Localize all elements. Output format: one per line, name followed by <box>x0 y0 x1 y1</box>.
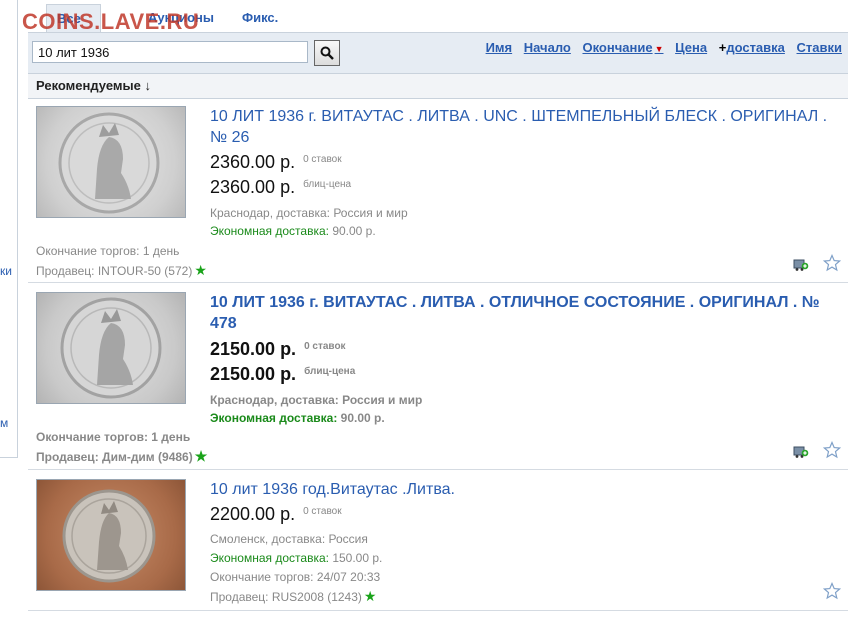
sort-bids-link[interactable]: Ставки <box>797 40 842 55</box>
add-to-cart-icon[interactable] <box>791 254 809 272</box>
coin-thumbnail[interactable] <box>36 479 186 591</box>
shipping: Экономная доставка: 90.00 р. <box>210 224 376 238</box>
shipping-label: Экономная доставка: <box>210 224 329 238</box>
shipping-value: 90.00 р. <box>337 411 385 425</box>
seller-link[interactable]: Продавец: INTOUR-50 (572) <box>36 264 192 278</box>
sort-end-label: Окончание <box>582 40 653 55</box>
location: Краснодар, доставка: Россия и мир <box>210 393 423 407</box>
sort-links: Имя Начало Окончание ▼ Цена +доставка Ста… <box>478 40 842 55</box>
listing-item: 10 ЛИТ 1936 г. ВИТАУТАС . ЛИТВА . ОТЛИЧН… <box>28 283 848 470</box>
left-sidebar-panel: ки м <box>0 0 18 458</box>
shipping-label: Экономная доставка: <box>210 411 338 425</box>
left-sidebar-fragment: м <box>0 416 9 430</box>
blitz-price: 2150.00 р. блиц-цена <box>210 364 355 385</box>
blitz-price: 2360.00 р. блиц-цена <box>210 177 351 198</box>
star-icon: ★ <box>194 262 207 278</box>
auction-end: Окончание торгов: 24/07 20:33 <box>210 570 381 584</box>
shipping: Экономная доставка: 90.00 р. <box>210 411 385 425</box>
seller-link[interactable]: Продавец: RUS2008 (1243) <box>210 590 362 604</box>
shipping-label: Экономная доставка: <box>210 551 329 565</box>
add-to-cart-icon[interactable] <box>791 441 809 459</box>
star-icon: ★ <box>363 588 377 604</box>
recommended-bar: Рекомендуемые ↓ <box>28 74 848 99</box>
price: 2200.00 р. 0 ставок <box>210 504 342 525</box>
listing-title-link[interactable]: 10 лит 1936 год.Витаутас .Литва. <box>210 479 840 500</box>
blitz-price-value: 2150.00 р. <box>210 364 297 384</box>
blitz-label: блиц-цена <box>303 179 352 190</box>
shipping-value: 150.00 р. <box>328 551 383 565</box>
bid-count: 0 ставок <box>304 341 346 352</box>
listing-item: 10 лит 1936 год.Витаутас .Литва. 2200.00… <box>28 470 848 611</box>
price-value: 2200.00 р. <box>210 504 296 524</box>
star-favorite-icon[interactable] <box>823 254 841 272</box>
tab-fixed[interactable]: Фикс. <box>242 4 278 32</box>
coin-thumbnail[interactable] <box>36 292 186 404</box>
search-icon <box>320 46 334 60</box>
caret-down-icon: ▼ <box>654 44 664 54</box>
shipping: Экономная доставка: 150.00 р. <box>210 551 382 565</box>
location: Краснодар, доставка: Россия и мир <box>210 206 408 220</box>
price: 2150.00 р. 0 ставок <box>210 339 346 360</box>
location: Смоленск, доставка: Россия <box>210 532 368 546</box>
seller: Продавец: RUS2008 (1243) ★ <box>210 588 376 605</box>
bid-count: 0 ставок <box>303 506 342 517</box>
auction-end: Окончание торгов: 1 день <box>36 430 191 444</box>
recommended-sort[interactable]: Рекомендуемые ↓ <box>36 78 151 93</box>
blitz-price-value: 2360.00 р. <box>210 177 296 197</box>
search-input[interactable] <box>32 41 308 63</box>
coin-image-icon <box>62 489 156 583</box>
listing-item: 10 ЛИТ 1936 г. ВИТАУТАС . ЛИТВА . UNC . … <box>28 99 848 283</box>
auction-end: Окончание торгов: 1 день <box>36 244 180 258</box>
coin-image-icon <box>58 112 160 214</box>
bid-count: 0 ставок <box>303 154 342 165</box>
coin-image-icon <box>60 297 162 399</box>
seller-link[interactable]: Продавец: Дим-дим (9486) <box>36 450 193 464</box>
price: 2360.00 р. 0 ставок <box>210 152 342 173</box>
star-favorite-icon[interactable] <box>823 582 841 600</box>
left-sidebar-fragment: ки <box>0 264 12 278</box>
watermark: COINS.LAVE.RU <box>22 9 200 34</box>
sort-start-link[interactable]: Начало <box>524 40 571 55</box>
seller: Продавец: INTOUR-50 (572) ★ <box>36 262 207 279</box>
listing-title-link[interactable]: 10 ЛИТ 1936 г. ВИТАУТАС . ЛИТВА . UNC . … <box>210 106 840 148</box>
listing-title-link[interactable]: 10 ЛИТ 1936 г. ВИТАУТАС . ЛИТВА . ОТЛИЧН… <box>210 292 840 334</box>
shipping-value: 90.00 р. <box>328 224 376 238</box>
price-value: 2150.00 р. <box>210 339 297 359</box>
sort-end-link[interactable]: Окончание ▼ <box>582 40 663 55</box>
sort-delivery-link[interactable]: доставка <box>726 40 785 55</box>
search-button[interactable] <box>314 40 340 66</box>
star-favorite-icon[interactable] <box>823 441 841 459</box>
sort-name-link[interactable]: Имя <box>486 40 513 55</box>
blitz-label: блиц-цена <box>304 366 356 377</box>
coin-thumbnail[interactable] <box>36 106 186 218</box>
seller: Продавец: Дим-дим (9486) ★ <box>36 448 207 465</box>
search-bar: Имя Начало Окончание▼ Цена +доставка Ста… <box>28 32 848 74</box>
sort-price-link[interactable]: Цена <box>675 40 707 55</box>
star-icon: ★ <box>194 448 208 464</box>
price-value: 2360.00 р. <box>210 152 296 172</box>
